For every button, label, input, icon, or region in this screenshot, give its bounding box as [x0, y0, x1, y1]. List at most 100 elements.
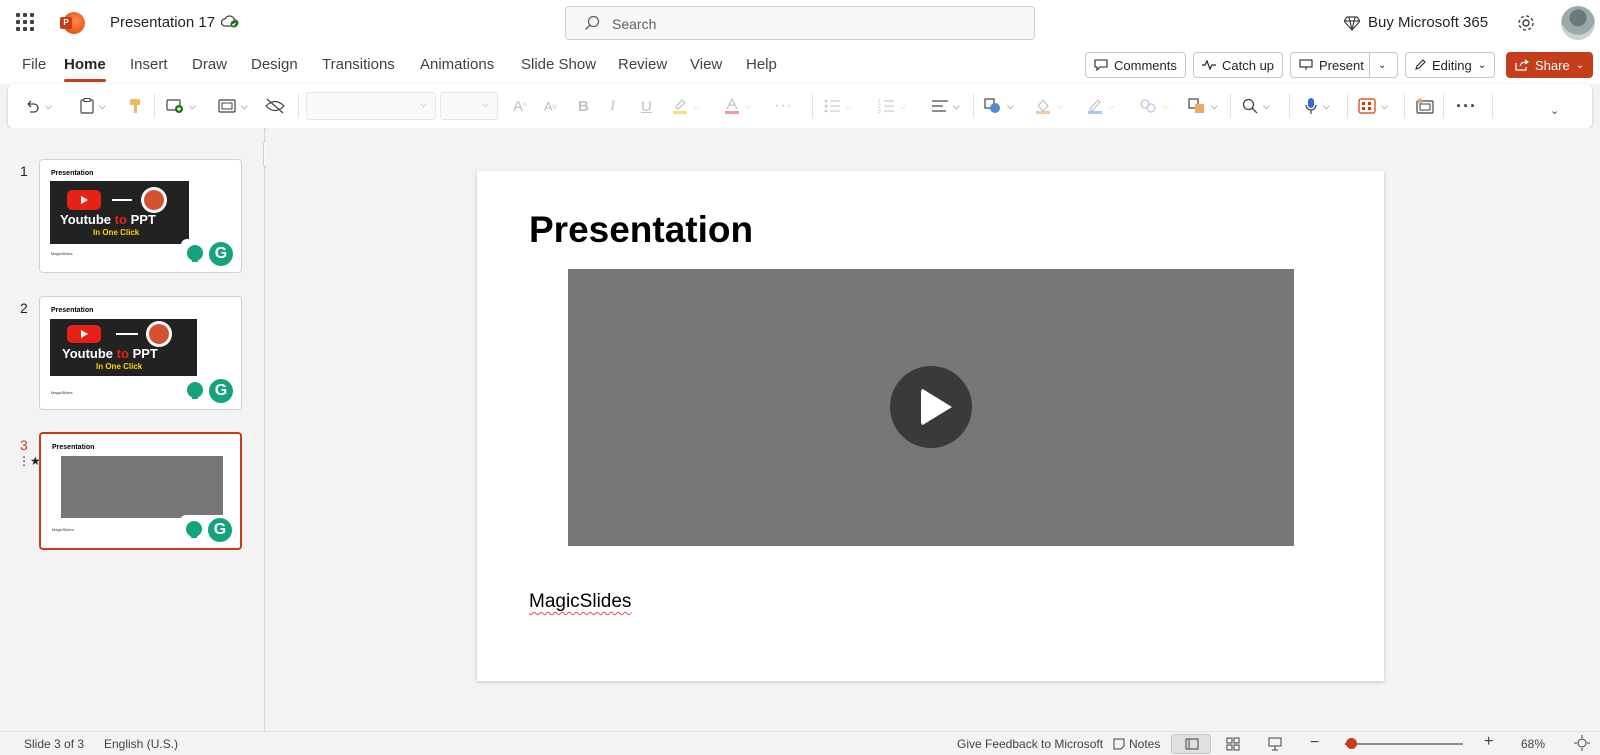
new-slide-button[interactable]: ⌵: [166, 96, 196, 116]
layout-button[interactable]: ⌵: [218, 96, 248, 116]
highlight-button[interactable]: ⌵: [672, 96, 700, 116]
font-color-button[interactable]: ⌵: [724, 96, 752, 116]
paste-button[interactable]: ⌵: [80, 96, 106, 116]
italic-icon[interactable]: I: [610, 96, 615, 116]
search-icon: [584, 15, 600, 31]
language-indicator[interactable]: English (U.S.): [104, 737, 178, 751]
dictate-chevron-icon[interactable]: ⌵: [1323, 101, 1330, 112]
user-avatar[interactable]: [1561, 6, 1595, 40]
grammarly-icon[interactable]: G: [208, 518, 232, 542]
lightbulb-icon[interactable]: [187, 245, 203, 262]
underline-icon[interactable]: U: [641, 96, 652, 116]
search-box[interactable]: Search: [565, 6, 1035, 40]
hide-slide-icon[interactable]: [265, 96, 285, 116]
share-button[interactable]: Share ⌄: [1506, 52, 1594, 78]
slide-thumbnail-1[interactable]: Presentation Youtube to PPT In One Click…: [39, 159, 242, 273]
buy-microsoft-365-link[interactable]: Buy Microsoft 365: [1368, 14, 1488, 31]
numbering-chevron-icon[interactable]: ⌵: [899, 101, 906, 112]
tab-review[interactable]: Review: [618, 56, 667, 73]
present-dropdown-chevron-icon[interactable]: ⌄: [1378, 60, 1386, 71]
format-painter-icon[interactable]: [129, 96, 141, 116]
tab-view[interactable]: View: [690, 56, 722, 73]
dictate-button[interactable]: ⌵: [1304, 96, 1330, 116]
bullets-chevron-icon[interactable]: ⌵: [845, 101, 852, 112]
slide-title[interactable]: Presentation: [529, 209, 753, 251]
undo-chevron-icon[interactable]: ⌵: [45, 101, 52, 112]
align-button[interactable]: ⌵: [932, 96, 960, 116]
zoom-slider-thumb[interactable]: [1345, 738, 1357, 749]
tab-insert[interactable]: Insert: [130, 56, 168, 73]
normal-view-button[interactable]: [1171, 734, 1211, 754]
font-family-dropdown[interactable]: ⌵: [306, 92, 436, 120]
more-font-options-icon[interactable]: ···: [774, 96, 793, 116]
tab-file[interactable]: File: [22, 56, 46, 73]
powerpoint-logo-icon[interactable]: [60, 12, 85, 34]
shapes-button[interactable]: ⌵: [984, 96, 1014, 116]
app-launcher-icon[interactable]: [16, 13, 34, 31]
zoom-slider-track[interactable]: [1345, 743, 1463, 745]
notes-button[interactable]: Notes: [1113, 737, 1160, 751]
shape-outline-chevron-icon[interactable]: ⌵: [1108, 101, 1115, 112]
grammarly-icon[interactable]: G: [209, 242, 233, 266]
cloud-saved-icon[interactable]: [221, 14, 239, 28]
slide-footer-text[interactable]: MagicSlides: [529, 591, 631, 613]
comments-button[interactable]: Comments: [1085, 52, 1186, 78]
video-placeholder[interactable]: [568, 269, 1294, 546]
shapes-chevron-icon[interactable]: ⌵: [1007, 101, 1014, 112]
highlight-chevron-icon[interactable]: ⌵: [693, 101, 700, 112]
shape-fill-chevron-icon[interactable]: ⌵: [1056, 101, 1063, 112]
more-options-icon[interactable]: ···: [1456, 96, 1477, 116]
shape-outline-button[interactable]: ⌵: [1087, 96, 1115, 116]
new-slide-chevron-icon[interactable]: ⌵: [189, 101, 196, 112]
arrange-button[interactable]: ⌵: [1188, 96, 1218, 116]
present-button[interactable]: Present ⌄: [1290, 52, 1398, 78]
current-slide[interactable]: Presentation MagicSlides: [477, 171, 1384, 681]
layout-chevron-icon[interactable]: ⌵: [241, 101, 248, 112]
presenter-view-button[interactable]: [1255, 734, 1295, 754]
play-icon[interactable]: [890, 366, 972, 448]
find-chevron-icon[interactable]: ⌵: [1263, 101, 1270, 112]
ribbon-expand-chevron-icon[interactable]: ⌄: [1550, 100, 1559, 120]
numbering-button[interactable]: 123 ⌵: [878, 96, 906, 116]
align-chevron-icon[interactable]: ⌵: [953, 101, 960, 112]
undo-button[interactable]: ⌵: [24, 96, 52, 116]
find-button[interactable]: ⌵: [1242, 96, 1270, 116]
font-size-dropdown[interactable]: ⌵: [440, 92, 498, 120]
shape-fill-button[interactable]: ⌵: [1035, 96, 1063, 116]
document-title[interactable]: Presentation 17: [110, 14, 215, 31]
slide-thumbnail-2[interactable]: Presentation Youtube to PPT In One Click…: [39, 296, 242, 410]
grow-font-icon[interactable]: A ^: [513, 96, 527, 116]
feedback-link[interactable]: Give Feedback to Microsoft: [957, 737, 1103, 751]
add-ins-chevron-icon[interactable]: ⌵: [1381, 101, 1388, 112]
zoom-in-button[interactable]: +: [1484, 733, 1493, 751]
tab-draw[interactable]: Draw: [192, 56, 227, 73]
add-ins-button[interactable]: ⌵: [1358, 96, 1388, 116]
slide-thumbnail-3[interactable]: Presentation MagicSlides G: [39, 432, 242, 550]
fit-to-window-icon[interactable]: [1574, 735, 1590, 751]
tab-help[interactable]: Help: [746, 56, 777, 73]
shape-effects-button[interactable]: ⌵: [1139, 96, 1169, 116]
catch-up-button[interactable]: Catch up: [1193, 52, 1284, 78]
share-label: Share: [1535, 57, 1570, 73]
tab-design[interactable]: Design: [251, 56, 298, 73]
tab-home[interactable]: Home: [64, 56, 106, 82]
bold-icon[interactable]: B: [578, 96, 589, 116]
slide-sorter-button[interactable]: [1213, 734, 1253, 754]
settings-gear-icon[interactable]: [1516, 13, 1536, 33]
paste-chevron-icon[interactable]: ⌵: [99, 101, 106, 112]
designer-icon[interactable]: [1416, 96, 1434, 116]
shape-effects-chevron-icon[interactable]: ⌵: [1162, 101, 1169, 112]
editing-mode-button[interactable]: Editing ⌄: [1405, 52, 1496, 78]
zoom-percentage[interactable]: 68%: [1521, 737, 1545, 751]
shrink-font-icon[interactable]: Av: [544, 96, 557, 116]
grammarly-icon[interactable]: G: [209, 379, 233, 403]
lightbulb-icon[interactable]: [187, 382, 203, 399]
font-color-chevron-icon[interactable]: ⌵: [745, 101, 752, 112]
arrange-chevron-icon[interactable]: ⌵: [1211, 101, 1218, 112]
lightbulb-icon[interactable]: [186, 521, 202, 538]
tab-animations[interactable]: Animations: [420, 56, 494, 73]
zoom-out-button[interactable]: −: [1310, 734, 1319, 752]
tab-transitions[interactable]: Transitions: [322, 56, 395, 73]
bullets-button[interactable]: ⌵: [824, 96, 852, 116]
tab-slide-show[interactable]: Slide Show: [521, 56, 596, 73]
